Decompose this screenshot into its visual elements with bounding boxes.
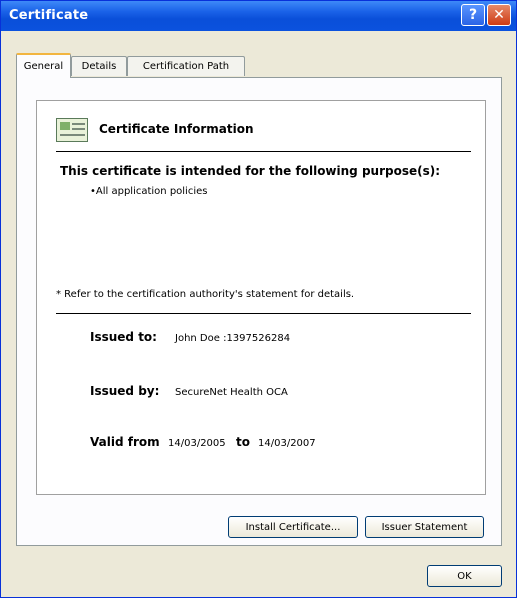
issuer-statement-button[interactable]: Issuer Statement xyxy=(365,516,484,538)
help-icon[interactable]: ? xyxy=(461,4,485,26)
title-bar[interactable]: Certificate ? ✕ xyxy=(1,1,516,31)
close-icon[interactable]: ✕ xyxy=(487,4,511,26)
valid-from-value: 14/03/2005 xyxy=(168,438,226,449)
issued-by-label: Issued by: xyxy=(90,384,160,398)
issued-to-label: Issued to: xyxy=(90,330,157,344)
install-certificate-button[interactable]: Install Certificate... xyxy=(228,516,358,538)
window-title: Certificate xyxy=(9,8,89,23)
valid-to-value: 14/03/2007 xyxy=(258,438,316,449)
issued-by-value: SecureNet Health OCA xyxy=(175,387,288,398)
authority-note: * Refer to the certification authority's… xyxy=(56,289,355,300)
valid-from-label: Valid from xyxy=(90,435,160,449)
tab-certification-path[interactable]: Certification Path xyxy=(127,56,245,76)
certificate-icon xyxy=(56,118,88,142)
purpose-heading: This certificate is intended for the fol… xyxy=(60,164,441,178)
info-header: Certificate Information xyxy=(99,122,254,136)
tab-details[interactable]: Details xyxy=(71,56,127,76)
divider-top xyxy=(56,151,471,152)
divider-bottom xyxy=(56,313,471,314)
ok-button[interactable]: OK xyxy=(427,565,502,587)
purpose-item: •All application policies xyxy=(90,186,208,197)
valid-to-label: to xyxy=(236,435,250,449)
tab-general[interactable]: General xyxy=(16,53,71,78)
issued-to-value: John Doe :1397526284 xyxy=(175,333,291,344)
